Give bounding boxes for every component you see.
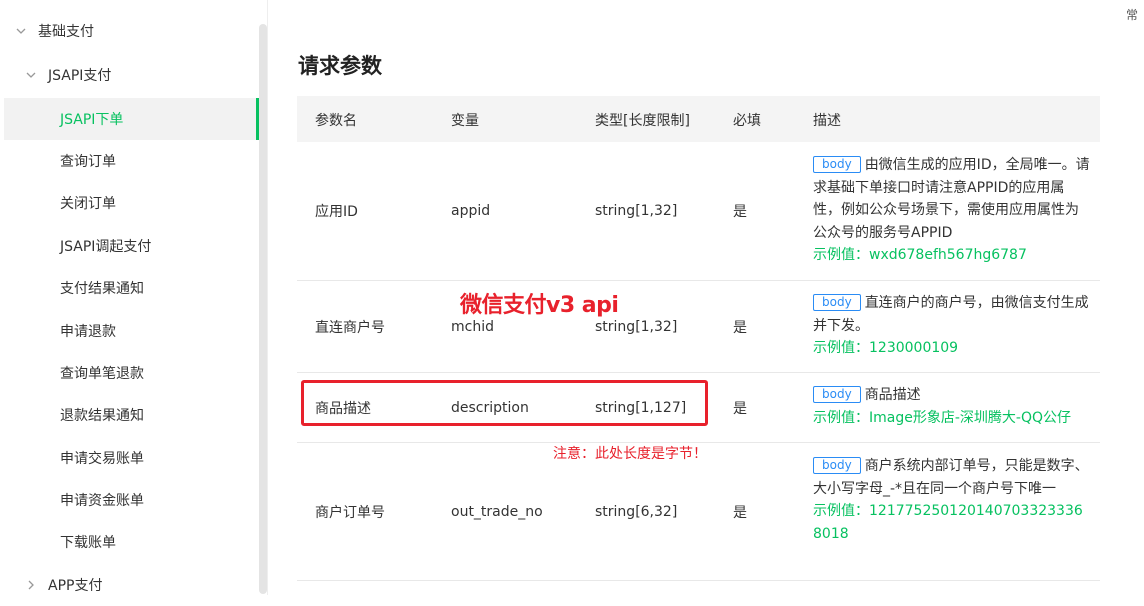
- sidebar-item-refund[interactable]: 申请退款: [0, 310, 256, 352]
- param-var: mchid: [451, 318, 494, 335]
- param-type: string[6,32]: [595, 503, 678, 520]
- chevron-right-icon: [24, 578, 38, 592]
- sidebar-item-label: 退款结果通知: [60, 408, 144, 424]
- sidebar-item-label: 申请交易账单: [60, 451, 144, 467]
- sidebar-item-close-order[interactable]: 关闭订单: [0, 182, 256, 224]
- sidebar-item-label: 申请退款: [60, 324, 116, 340]
- sidebar-item-label: 关闭订单: [60, 196, 116, 212]
- sidebar-group-basic-pay[interactable]: 基础支付: [0, 10, 256, 52]
- sidebar-item-pay-notify[interactable]: 支付结果通知: [0, 267, 256, 309]
- sidebar-item-label: JSAPI下单: [60, 112, 124, 128]
- table-row: 应用ID appid string[1,32] 是 body 由微信生成的应用ID…: [297, 142, 1100, 281]
- sidebar-item-label: 申请资金账单: [60, 493, 144, 509]
- sidebar-item-label: 支付结果通知: [60, 281, 144, 297]
- table-header: 参数名 变量 类型[长度限制] 必填 描述: [297, 96, 1100, 142]
- example-value: 示例值：1230000109: [813, 340, 959, 356]
- sidebar-group-jsapi-pay[interactable]: JSAPI支付: [0, 54, 256, 96]
- body-badge: body: [813, 386, 861, 403]
- table-row: 直连商户号 mchid string[1,32] 是 body 直连商户的商户号，…: [297, 281, 1100, 373]
- example-value: 示例值：1217752501201407033233368018: [813, 503, 1083, 542]
- column-header: 类型[长度限制]: [595, 113, 690, 129]
- params-table: 参数名 变量 类型[长度限制] 必填 描述 应用ID appid string[…: [297, 96, 1100, 581]
- param-name: 商户订单号: [315, 504, 385, 521]
- page-title: 请求参数: [298, 54, 382, 78]
- body-badge: body: [813, 457, 861, 474]
- param-type: string[1,32]: [595, 203, 678, 219]
- param-var: out_trade_no: [451, 503, 543, 520]
- sidebar-nav: 基础支付 JSAPI支付 JSAPI下单 查询订单 关闭订单 JSAPI调起支付…: [0, 0, 268, 595]
- param-required: 是: [733, 319, 747, 336]
- body-badge: body: [813, 156, 861, 173]
- sidebar-group-app-pay[interactable]: APP支付: [0, 564, 256, 606]
- body-badge: body: [813, 294, 861, 311]
- sidebar-item-label: 下载账单: [60, 535, 116, 551]
- param-description: body 由微信生成的应用ID，全局唯一。请求基础下单接口时请注意APPID的应用…: [813, 154, 1091, 267]
- annotation-highlight-box: [301, 380, 708, 426]
- column-header: 描述: [813, 113, 841, 129]
- column-header: 必填: [733, 113, 761, 129]
- example-value: 示例值：Image形象店-深圳腾大-QQ公仔: [813, 409, 1071, 426]
- sidebar-item-jsapi-invoke[interactable]: JSAPI调起支付: [0, 225, 256, 267]
- param-description: body 商户系统内部订单号，只能是数字、大小写字母_-*且在同一个商户号下唯一 …: [813, 455, 1091, 545]
- edge-text: 常: [1126, 8, 1139, 22]
- chevron-down-icon: [14, 24, 28, 38]
- sidebar-item-label: JSAPI支付: [48, 68, 112, 84]
- annotation-title: 微信支付v3 api: [460, 293, 619, 318]
- example-value: 示例值：wxd678efh567hg6787: [813, 247, 1027, 263]
- sidebar-item-label: APP支付: [48, 578, 103, 594]
- column-header: 变量: [451, 113, 479, 129]
- param-name: 应用ID: [315, 204, 358, 220]
- param-required: 是: [733, 204, 747, 220]
- sidebar-item-label: JSAPI调起支付: [60, 239, 152, 255]
- annotation-note: 注意：此处长度是字节！: [553, 446, 707, 462]
- sidebar-item-download-bill[interactable]: 下载账单: [0, 521, 256, 563]
- column-header: 参数名: [315, 113, 357, 129]
- param-var: appid: [451, 203, 491, 219]
- param-type: string[1,32]: [595, 318, 678, 335]
- description-text: 商品描述: [864, 387, 921, 403]
- param-name: 直连商户号: [315, 319, 385, 336]
- sidebar-item-jsapi-order[interactable]: JSAPI下单: [4, 98, 260, 140]
- sidebar-divider: [267, 0, 268, 595]
- sidebar-scrollbar[interactable]: [259, 24, 267, 594]
- sidebar-item-label: 查询单笔退款: [60, 366, 144, 382]
- table-row: 商户订单号 out_trade_no string[6,32] 是 body 商户…: [297, 443, 1100, 581]
- param-required: 是: [733, 400, 747, 417]
- sidebar-item-label: 基础支付: [38, 24, 94, 40]
- sidebar-item-refund-notify[interactable]: 退款结果通知: [0, 394, 256, 436]
- param-required: 是: [733, 504, 747, 521]
- sidebar-item-trade-bill[interactable]: 申请交易账单: [0, 437, 256, 479]
- sidebar-item-query-order[interactable]: 查询订单: [0, 140, 256, 182]
- sidebar-item-fund-bill[interactable]: 申请资金账单: [0, 479, 256, 521]
- sidebar-item-query-refund[interactable]: 查询单笔退款: [0, 352, 256, 394]
- chevron-down-icon: [24, 68, 38, 82]
- param-description: body 直连商户的商户号，由微信支付生成并下发。 示例值：1230000109: [813, 292, 1091, 360]
- param-description: body 商品描述 示例值：Image形象店-深圳腾大-QQ公仔: [813, 384, 1091, 429]
- sidebar-item-label: 查询订单: [60, 154, 116, 170]
